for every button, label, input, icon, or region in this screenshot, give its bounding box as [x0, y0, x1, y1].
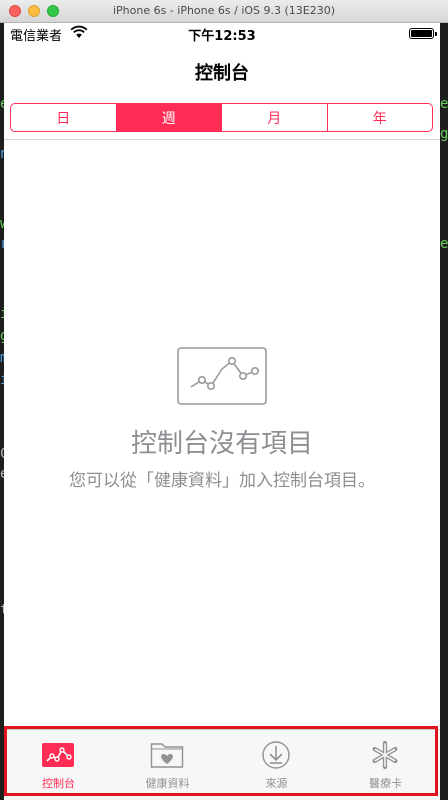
- window-title: iPhone 6s - iPhone 6s / iOS 9.3 (13E230): [112, 4, 336, 17]
- empty-state-title: 控制台沒有項目: [130, 429, 313, 459]
- status-time: 下午12:53: [188, 29, 256, 44]
- tab-dashboard[interactable]: 控制台: [4, 730, 113, 800]
- tab-medical-id[interactable]: 醫療卡: [331, 730, 440, 800]
- divider: [4, 139, 440, 140]
- iphone-screen: 電信業者 下午12:53 控制台 日 週 月 年 控制台沒有項目 您可以從「健康…: [4, 23, 440, 800]
- period-segmented-control: 日 週 月 年: [10, 103, 433, 132]
- simulator-title-bar: iPhone 6s - iPhone 6s / iOS 9.3 (13E230): [0, 0, 448, 23]
- sources-download-icon: [262, 741, 290, 769]
- tab-sources-label: 來源: [265, 777, 288, 790]
- segment-week[interactable]: 週: [115, 104, 221, 131]
- chart-icon: [177, 347, 267, 405]
- battery-icon: [409, 28, 437, 39]
- tab-sources[interactable]: 來源: [222, 730, 331, 800]
- empty-state: 控制台沒有項目 您可以從「健康資料」加入控制台項目。: [4, 347, 440, 493]
- segment-year[interactable]: 年: [326, 104, 433, 131]
- tab-health-data-label: 健康資料: [145, 777, 190, 790]
- dashboard-icon: [42, 743, 74, 767]
- status-bar: 電信業者 下午12:53: [4, 23, 440, 44]
- tab-bar: 控制台 健康資料 來源 醫療卡: [4, 729, 440, 800]
- tab-medical-id-label: 醫療卡: [369, 777, 402, 790]
- tab-health-data[interactable]: 健康資料: [113, 730, 222, 800]
- medical-id-asterisk-icon: [372, 740, 398, 770]
- segment-month[interactable]: 月: [221, 104, 327, 131]
- tab-dashboard-label: 控制台: [42, 777, 75, 790]
- page-title: 控制台: [195, 63, 249, 84]
- navigation-bar: 控制台: [4, 43, 440, 99]
- segment-day[interactable]: 日: [11, 104, 116, 131]
- health-data-folder-icon: [150, 743, 184, 768]
- empty-state-message: 您可以從「健康資料」加入控制台項目。: [69, 471, 375, 491]
